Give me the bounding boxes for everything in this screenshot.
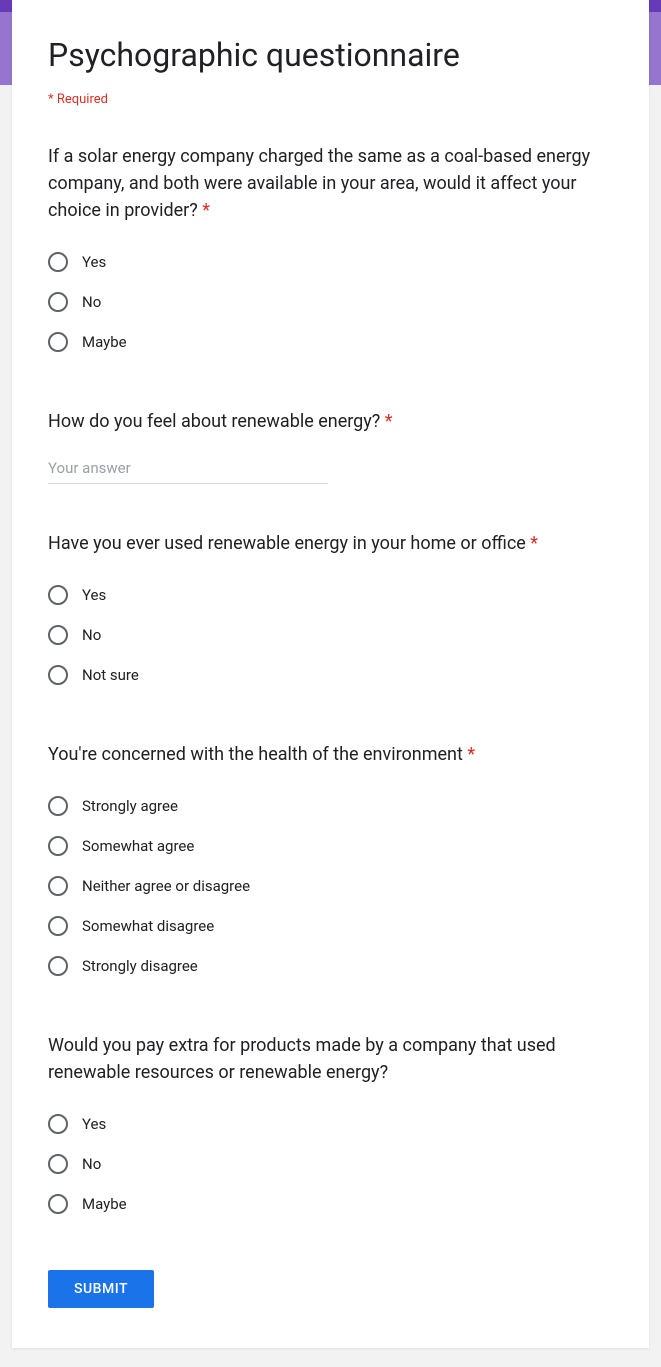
radio-option[interactable]: Yes [48, 575, 613, 615]
radio-icon [48, 956, 68, 976]
option-label: Neither agree or disagree [82, 877, 250, 895]
question-block: How do you feel about renewable energy? … [48, 408, 613, 484]
submit-button[interactable]: SUBMIT [48, 1270, 154, 1308]
option-label: No [82, 1155, 101, 1173]
radio-icon [48, 1154, 68, 1174]
radio-icon [48, 1194, 68, 1214]
radio-icon [48, 332, 68, 352]
radio-icon [48, 252, 68, 272]
form-card: Psychographic questionnaire * Required I… [12, 0, 649, 1348]
question-text: You're concerned with the health of the … [48, 741, 613, 768]
option-label: Maybe [82, 333, 127, 351]
question-text: If a solar energy company charged the sa… [48, 143, 613, 224]
required-asterisk: * [385, 411, 393, 432]
radio-option[interactable]: Somewhat disagree [48, 906, 613, 946]
required-asterisk: * [202, 200, 210, 221]
question-label: Would you pay extra for products made by… [48, 1035, 556, 1083]
radio-option[interactable]: Not sure [48, 655, 613, 695]
radio-icon [48, 292, 68, 312]
radio-option[interactable]: No [48, 282, 613, 322]
radio-icon [48, 665, 68, 685]
radio-option[interactable]: Maybe [48, 1184, 613, 1224]
form-title: Psychographic questionnaire [48, 36, 613, 74]
required-note: * Required [48, 92, 613, 107]
radio-option[interactable]: No [48, 615, 613, 655]
radio-option[interactable]: Neither agree or disagree [48, 866, 613, 906]
radio-option[interactable]: Strongly agree [48, 786, 613, 826]
radio-option[interactable]: Yes [48, 242, 613, 282]
radio-option[interactable]: Strongly disagree [48, 946, 613, 986]
radio-icon [48, 836, 68, 856]
radio-icon [48, 625, 68, 645]
option-label: Somewhat disagree [82, 917, 214, 935]
option-label: Strongly agree [82, 797, 178, 815]
option-label: Yes [82, 1115, 106, 1133]
option-label: Not sure [82, 666, 139, 684]
option-label: Yes [82, 586, 106, 604]
radio-icon [48, 916, 68, 936]
option-label: No [82, 626, 101, 644]
option-label: No [82, 293, 101, 311]
radio-icon [48, 876, 68, 896]
radio-option[interactable]: No [48, 1144, 613, 1184]
required-asterisk: * [467, 744, 475, 765]
question-label: Have you ever used renewable energy in y… [48, 533, 530, 554]
question-text: Have you ever used renewable energy in y… [48, 530, 613, 557]
answer-input[interactable] [48, 453, 328, 484]
radio-option[interactable]: Yes [48, 1104, 613, 1144]
option-label: Strongly disagree [82, 957, 198, 975]
required-asterisk: * [530, 533, 538, 554]
question-block: If a solar energy company charged the sa… [48, 143, 613, 362]
radio-icon [48, 796, 68, 816]
radio-icon [48, 1114, 68, 1134]
radio-option[interactable]: Somewhat agree [48, 826, 613, 866]
question-block: You're concerned with the health of the … [48, 741, 613, 986]
question-label: How do you feel about renewable energy? [48, 411, 385, 432]
option-label: Yes [82, 253, 106, 271]
question-label: You're concerned with the health of the … [48, 744, 467, 765]
radio-option[interactable]: Maybe [48, 322, 613, 362]
option-label: Somewhat agree [82, 837, 194, 855]
radio-icon [48, 585, 68, 605]
question-text: Would you pay extra for products made by… [48, 1032, 613, 1086]
question-block: Have you ever used renewable energy in y… [48, 530, 613, 695]
question-text: How do you feel about renewable energy? … [48, 408, 613, 435]
question-block: Would you pay extra for products made by… [48, 1032, 613, 1224]
option-label: Maybe [82, 1195, 127, 1213]
question-label: If a solar energy company charged the sa… [48, 146, 590, 221]
